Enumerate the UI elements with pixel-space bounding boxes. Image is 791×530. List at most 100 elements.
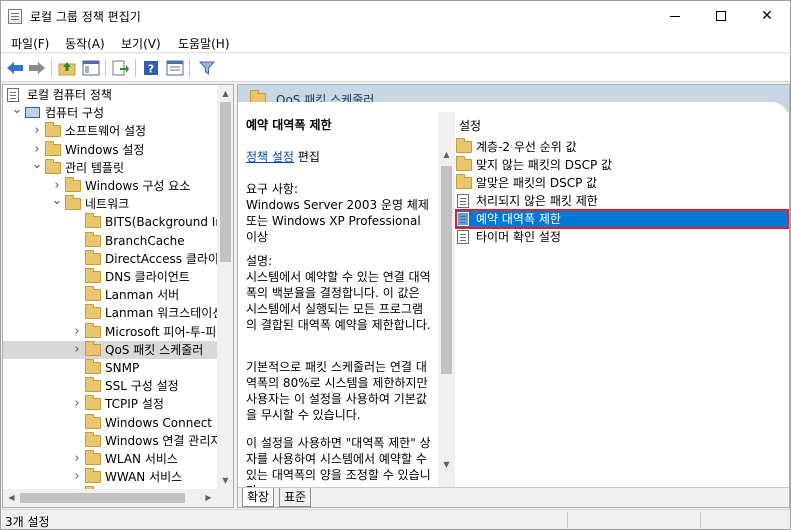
settings-list-item[interactable]: 처리되지 않은 패킷 제한 [456, 192, 789, 210]
desc-scroll-thumb[interactable] [441, 166, 452, 374]
chevron-down-icon[interactable]: ⌄ [31, 158, 43, 171]
tab-standard[interactable]: 표준 [279, 488, 312, 507]
scroll-down-icon[interactable]: ▼ [217, 472, 233, 489]
tree-item[interactable]: › QoS 패킷 스케줄러 [3, 340, 217, 359]
tree-vertical-scrollbar[interactable]: ▲ ▼ [217, 85, 233, 489]
show-hide-tree-button[interactable] [81, 58, 101, 78]
desc-scroll-down-icon[interactable]: ▼ [438, 456, 455, 473]
edit-policy-link[interactable]: 정책 설정 [246, 150, 294, 164]
default-behavior-text: 기본적으로 패킷 스케줄러는 연결 대역폭의 80%로 시스템을 제한하지만 사… [246, 360, 428, 422]
folder-icon [456, 156, 472, 171]
settings-column-header[interactable]: 설정 [459, 117, 481, 134]
export-list-button[interactable] [111, 58, 131, 78]
chevron-down-icon[interactable]: ⌄ [11, 103, 23, 116]
tree-item[interactable]: SSL 구성 설정 [3, 377, 217, 395]
tree-item[interactable]: › TCPIP 설정 [3, 395, 217, 413]
policy-setting-icon [457, 230, 469, 244]
menu-help[interactable]: 도움말(H) [178, 35, 230, 52]
tree-item[interactable]: ⌄ 컴퓨터 구성 [3, 103, 217, 122]
maximize-icon [716, 11, 726, 21]
menu-file[interactable]: 파일(F) [11, 35, 49, 52]
chevron-down-icon[interactable]: ⌄ [51, 194, 63, 207]
policy-setting-icon [457, 194, 469, 208]
tree-item-label: Windows Connect Now [105, 415, 234, 430]
tree-item[interactable]: Windows Connect Now [3, 413, 233, 432]
menu-view[interactable]: 보기(V) [121, 35, 161, 52]
menu-action[interactable]: 동작(A) [65, 35, 105, 52]
show-hide-tree-icon [82, 60, 100, 76]
chevron-right-icon[interactable]: › [71, 323, 83, 341]
window-title: 로컬 그룹 정책 편집기 [30, 10, 141, 24]
settings-list-item[interactable]: 예약 대역폭 제한 [455, 209, 789, 229]
tree-item[interactable]: Lanman 워크스테이션 [3, 304, 223, 322]
tree-item[interactable]: › WWAN 서비스 [3, 468, 217, 486]
folder-icon [85, 450, 101, 465]
tree-item[interactable]: 로컬 컴퓨터 정책 [3, 86, 217, 104]
tree-item[interactable]: BITS(Background Intelligent [3, 213, 233, 231]
tree-item[interactable]: BranchCache [3, 231, 217, 250]
chevron-right-icon[interactable]: › [71, 450, 83, 468]
settings-list-item-label: 알맞은 패킷의 DSCP 값 [476, 176, 598, 190]
chevron-right-icon[interactable]: › [71, 341, 83, 359]
tree-scroll-thumb[interactable] [220, 102, 231, 262]
tree-hscroll-thumb[interactable] [20, 493, 185, 503]
settings-list: 설정 계층-2 우선 순위 값 맞지 않는 패킷의 DSCP 값알맞은 패킷의 D… [455, 112, 789, 487]
tree-item-label: WLAN 서비스 [105, 452, 178, 466]
folder-icon [85, 395, 101, 411]
filter-button[interactable] [197, 58, 217, 78]
tree-item[interactable]: › Microsoft 피어-투-피어 [3, 322, 227, 341]
tree-item[interactable]: › WLAN 서비스 [3, 450, 217, 468]
back-button[interactable] [5, 58, 25, 78]
policy-editor-icon [8, 9, 22, 24]
tree-item[interactable]: › Windows 설정 [3, 140, 217, 159]
tree-item-label: TCPIP 설정 [105, 397, 164, 412]
chevron-right-icon[interactable]: › [31, 141, 43, 159]
tree-item[interactable]: ⌄ 관리 템플릿 [3, 158, 217, 177]
tree-item[interactable]: ⌄ 네트워크 [3, 194, 217, 213]
folder-icon [456, 174, 472, 189]
settings-list-item[interactable]: 알맞은 패킷의 DSCP 값 [456, 174, 789, 192]
settings-list-item-label: 처리되지 않은 패킷 제한 [476, 194, 598, 208]
tree-horizontal-scrollbar[interactable]: ◀ ▶ [3, 489, 233, 507]
tree-item[interactable]: Windows 연결 관리자 [3, 431, 221, 450]
close-button[interactable]: ✕ [744, 1, 790, 31]
policy-setting-icon [457, 212, 469, 226]
description-scrollbar[interactable]: ▲ ▼ [438, 112, 455, 487]
properties-button[interactable] [165, 58, 185, 78]
settings-list-item[interactable]: 계층-2 우선 순위 값 [456, 138, 789, 156]
folder-icon [85, 322, 101, 338]
folder-icon [85, 377, 101, 393]
settings-list-item[interactable]: 타이머 확인 설정 [456, 228, 789, 246]
scroll-left-icon[interactable]: ◀ [3, 489, 20, 506]
folder-icon [85, 340, 101, 356]
description-pane: 예약 대역폭 제한 정책 설정 편집 요구 사항: Windows Server… [238, 112, 438, 487]
settings-list-item[interactable]: 맞지 않는 패킷의 DSCP 값 [456, 156, 789, 174]
tree-item[interactable]: › Windows 구성 요소 [3, 177, 217, 195]
folder-icon [85, 359, 101, 374]
tree-item[interactable]: Lanman 서버 [3, 286, 217, 304]
forward-button[interactable] [27, 58, 47, 78]
up-folder-button[interactable] [57, 58, 77, 78]
folder-icon [85, 249, 101, 265]
tree-item[interactable]: SNMP [3, 359, 217, 377]
help-button[interactable]: ? [141, 58, 161, 78]
tree-item-label: SSL 구성 설정 [105, 379, 179, 394]
tree-item-label: DNS 클라이언트 [105, 270, 190, 284]
toolbar: ? [1, 54, 790, 82]
maximize-button[interactable] [698, 1, 744, 31]
tree-item-label: WWAN 서비스 [105, 470, 183, 485]
chevron-right-icon[interactable]: › [31, 122, 43, 140]
filter-icon [199, 61, 215, 75]
tab-extended[interactable]: 확장 [242, 488, 275, 507]
tree-item[interactable]: DNS 클라이언트 [3, 268, 217, 286]
chevron-right-icon[interactable]: › [71, 395, 83, 413]
chevron-right-icon[interactable]: › [71, 468, 83, 486]
minimize-button[interactable] [652, 1, 698, 31]
desc-scroll-up-icon[interactable]: ▲ [438, 146, 455, 163]
forward-icon [29, 62, 45, 74]
tree-item[interactable]: › 소프트웨어 설정 [3, 122, 217, 140]
tree-item[interactable]: DirectAccess 클라이언트 [3, 249, 233, 268]
scroll-up-icon[interactable]: ▲ [217, 85, 233, 102]
settings-list-item-label: 예약 대역폭 제한 [476, 212, 561, 226]
scroll-right-icon[interactable]: ▶ [200, 489, 217, 506]
